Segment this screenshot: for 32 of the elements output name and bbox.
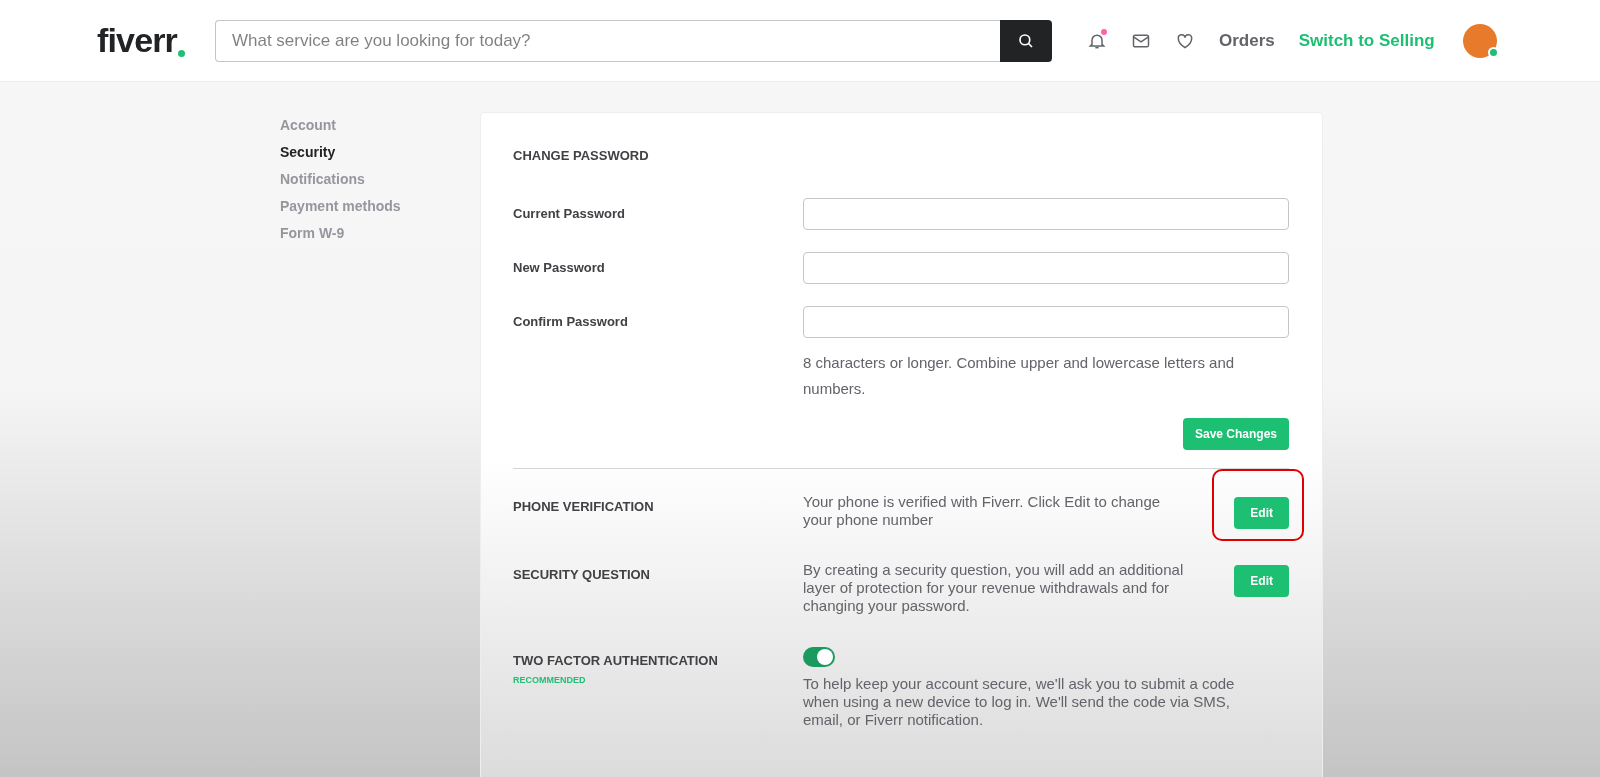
recommended-label: RECOMMENDED — [513, 674, 587, 687]
switch-to-selling-link[interactable]: Switch to Selling — [1298, 27, 1435, 54]
sidebar-item[interactable]: Form W-9 — [280, 224, 480, 242]
orders-link[interactable]: Orders — [1218, 27, 1275, 54]
avatar[interactable] — [1462, 23, 1497, 58]
search-field[interactable]: What service are you looking for today? — [214, 19, 1000, 62]
bell-icon[interactable] — [1086, 30, 1107, 51]
field-label: Current Password — [513, 204, 626, 223]
field-label: Confirm Password — [513, 312, 629, 331]
setting-description: To help keep your account secure, we'll ask you to submit a code when using a new device to log in. We'll send the code via SMS, email, or Fiverr notification. — [803, 674, 1236, 729]
save-changes-button[interactable]: Save Changes — [1182, 417, 1289, 450]
fiverr-logo[interactable]: fiverr — [97, 15, 185, 66]
edit-button[interactable]: Edit — [1234, 564, 1289, 597]
edit-button[interactable]: Edit — [1234, 496, 1289, 529]
search-button[interactable] — [999, 19, 1052, 62]
field-label: New Password — [513, 258, 606, 277]
sidebar-item[interactable]: Account — [280, 116, 480, 134]
sidebar-item[interactable]: Notifications — [280, 170, 480, 188]
password-field[interactable] — [803, 197, 1289, 230]
sidebar-item[interactable]: Payment methods — [280, 197, 480, 215]
password-hint: 8 characters or longer. Combine upper and lowercase letters and numbers. — [803, 352, 1236, 399]
section-title: CHANGE PASSWORD — [513, 147, 650, 165]
section-title: PHONE VERIFICATION — [513, 497, 655, 516]
sidebar-item[interactable]: Security — [280, 143, 480, 161]
setting-description: By creating a security question, you will add an additional layer of protection for your revenue withdrawals and for changing your password. — [803, 560, 1185, 615]
toggle-switch[interactable] — [803, 646, 835, 667]
password-field[interactable] — [803, 305, 1289, 338]
section-title: TWO FACTOR AUTHENTICATION — [513, 651, 719, 670]
setting-description: Your phone is verified with Fiverr. Click Edit to change your phone number — [803, 492, 1162, 529]
password-field[interactable] — [803, 251, 1289, 284]
search-icon — [1016, 31, 1035, 50]
section-title: SECURITY QUESTION — [513, 565, 651, 584]
